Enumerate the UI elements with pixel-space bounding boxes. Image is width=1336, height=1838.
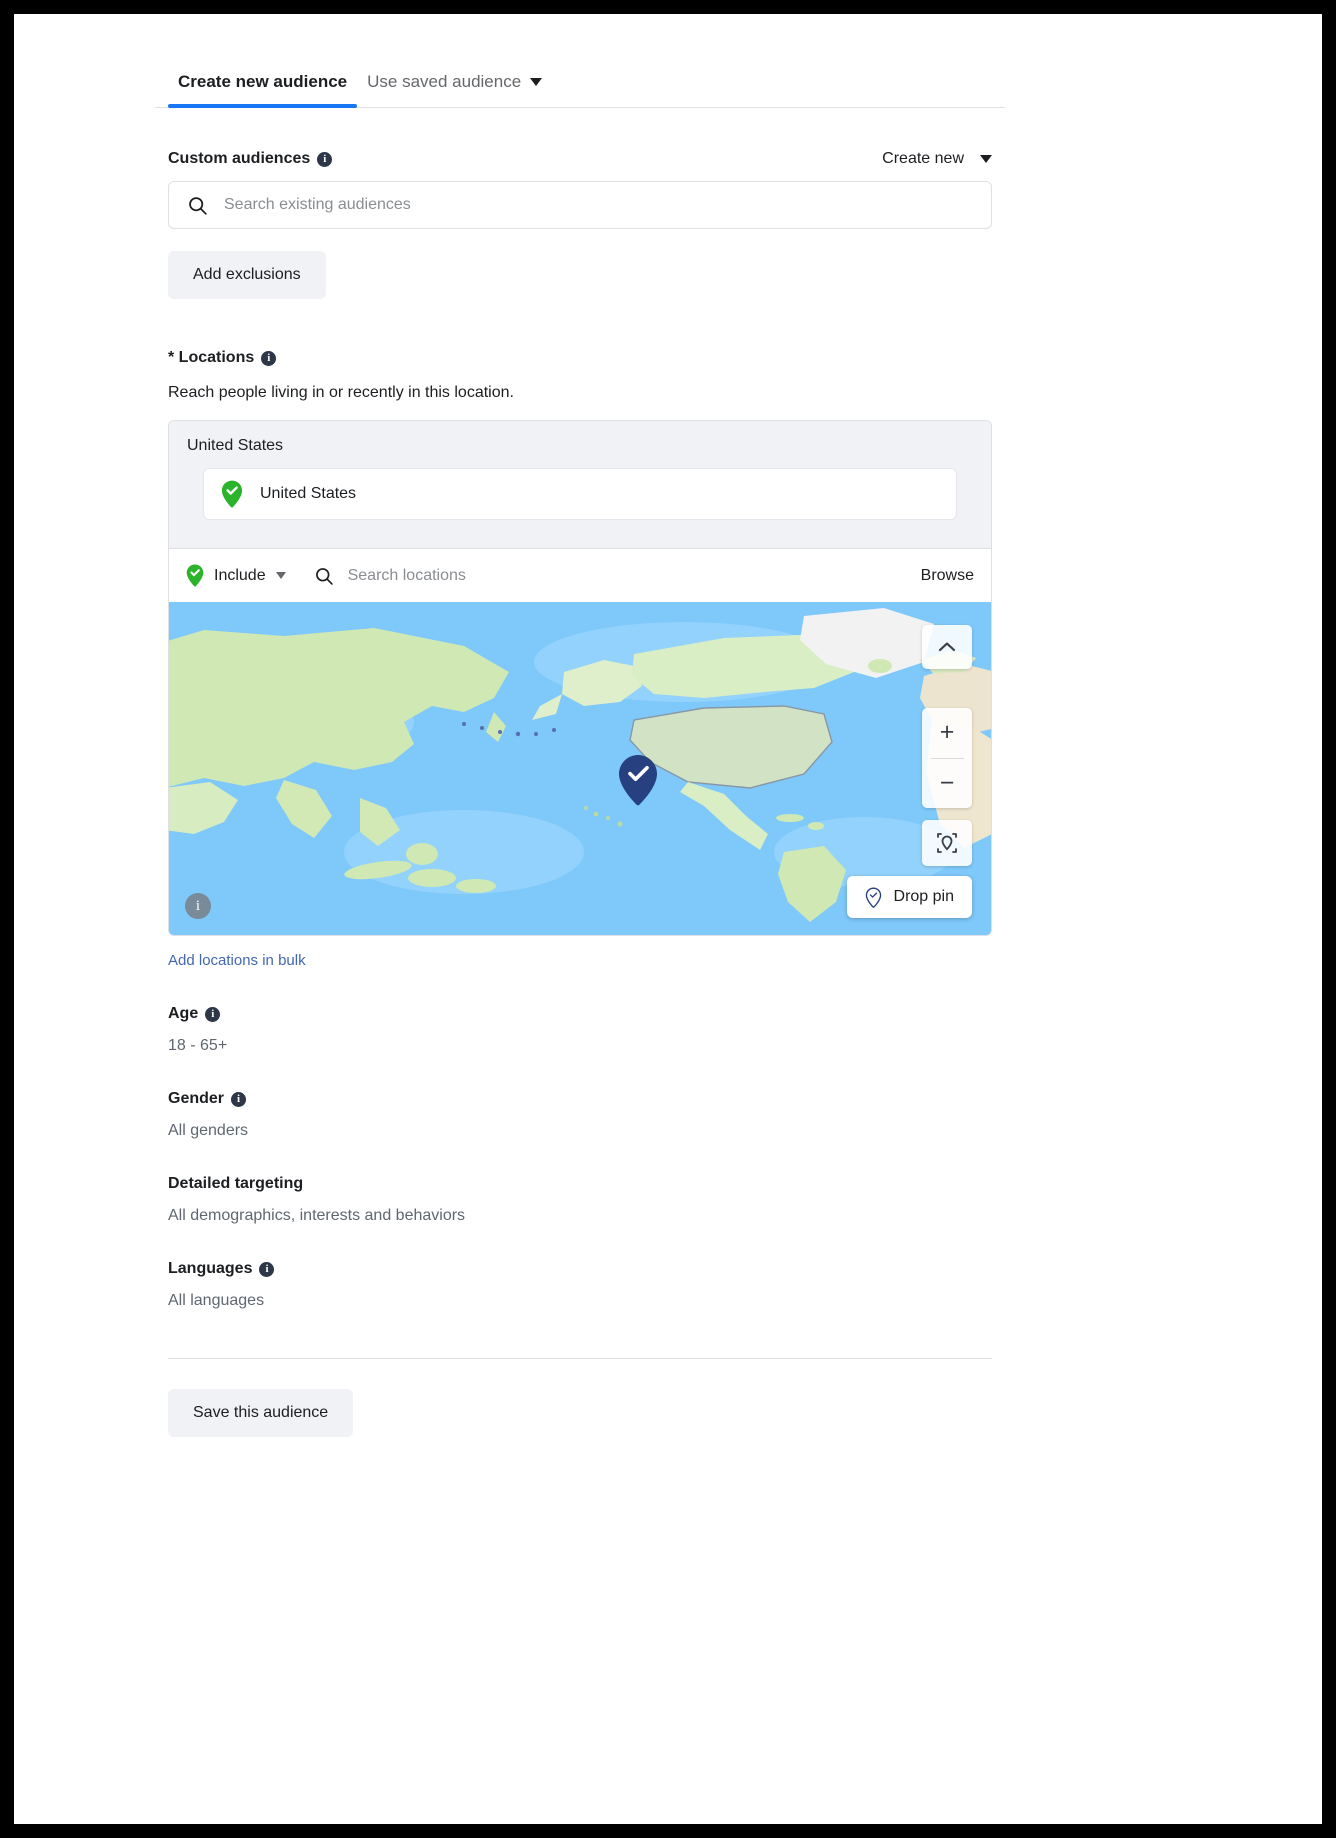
- search-input-placeholder: Search existing audiences: [224, 196, 411, 213]
- audience-tabs: Create new audience Use saved audience: [155, 46, 1005, 108]
- app-screen: Create new audience Use saved audience C…: [14, 14, 1322, 1824]
- map-zoom-in-button[interactable]: +: [922, 708, 972, 758]
- map-zoom-controls: + −: [922, 708, 972, 808]
- pin-outline-icon: [865, 887, 882, 908]
- locations-card: United States United States Include Sear…: [168, 420, 992, 936]
- languages-value: All languages: [168, 1292, 265, 1309]
- add-locations-in-bulk-link[interactable]: Add locations in bulk: [168, 952, 306, 969]
- map-zoom-out-button[interactable]: −: [922, 759, 972, 809]
- locations-label-text: * Locations: [168, 349, 255, 366]
- create-new-label: Create new: [882, 150, 964, 167]
- browse-button[interactable]: Browse: [921, 567, 974, 585]
- gender-label-text: Gender: [168, 1090, 225, 1107]
- locations-group-header: United States United States: [169, 421, 991, 548]
- drop-pin-label: Drop pin: [893, 888, 954, 905]
- chevron-down-icon: [275, 572, 286, 579]
- languages-label: Languages i: [168, 1260, 992, 1278]
- locations-label: * Locations i: [155, 349, 1005, 367]
- custom-audiences-label: Custom audiences i: [168, 150, 333, 168]
- map-collapse-button[interactable]: [922, 625, 972, 669]
- green-pin-check-icon: [186, 564, 204, 587]
- footer-divider: [168, 1358, 992, 1359]
- chevron-up-icon: [938, 642, 956, 652]
- chevron-down-icon: [980, 155, 992, 163]
- audience-search-field[interactable]: Search existing audiences: [168, 181, 992, 229]
- create-new-dropdown[interactable]: Create new: [882, 150, 992, 168]
- green-pin-check-icon: [221, 480, 243, 508]
- location-search-field[interactable]: Search locations: [314, 566, 907, 586]
- tab-label: Create new audience: [178, 72, 348, 91]
- selected-location-row[interactable]: United States: [203, 468, 957, 520]
- locations-toolbar: Include Search locations Browse: [169, 548, 991, 602]
- custom-audiences-label-text: Custom audiences: [168, 150, 311, 167]
- save-this-audience-button[interactable]: Save this audience: [168, 1389, 354, 1437]
- location-map[interactable]: + − Drop pin i: [169, 602, 991, 935]
- map-pin-check-marker[interactable]: [617, 754, 659, 806]
- info-icon[interactable]: i: [317, 151, 333, 167]
- custom-audiences-header: Custom audiences i Create new: [155, 150, 1005, 168]
- chevron-down-icon: [530, 78, 543, 86]
- languages-label-text: Languages: [168, 1260, 253, 1277]
- gender-label: Gender i: [168, 1090, 992, 1108]
- drop-pin-button[interactable]: Drop pin: [846, 876, 972, 918]
- detailed-targeting-label: Detailed targeting: [168, 1175, 992, 1193]
- tab-label: Use saved audience: [367, 72, 522, 91]
- search-icon: [314, 566, 334, 586]
- info-icon[interactable]: i: [205, 1006, 221, 1022]
- location-search-placeholder: Search locations: [347, 566, 466, 584]
- detailed-targeting-value: All demographics, interests and behavior…: [168, 1207, 466, 1224]
- add-exclusions-button[interactable]: Add exclusions: [168, 251, 326, 299]
- age-section: Age i 18 - 65+: [155, 1005, 1005, 1055]
- map-info-button[interactable]: i: [185, 893, 211, 919]
- locate-target-icon: [937, 833, 957, 853]
- age-label-text: Age: [168, 1005, 199, 1022]
- include-mode-dropdown[interactable]: Include: [186, 564, 286, 587]
- info-icon[interactable]: i: [259, 1261, 275, 1277]
- locations-group-title: United States: [187, 437, 284, 454]
- include-mode-label: Include: [214, 566, 266, 584]
- age-value: 18 - 65+: [168, 1037, 228, 1054]
- languages-section: Languages i All languages: [155, 1260, 1005, 1310]
- gender-value: All genders: [168, 1122, 249, 1139]
- audience-panel: Create new audience Use saved audience C…: [155, 46, 1005, 1437]
- search-icon: [187, 195, 208, 216]
- locations-description: Reach people living in or recently in th…: [168, 384, 514, 401]
- info-icon[interactable]: i: [261, 350, 277, 366]
- map-locate-button[interactable]: [922, 820, 972, 866]
- info-icon[interactable]: i: [231, 1091, 247, 1107]
- detailed-targeting-label-text: Detailed targeting: [168, 1175, 304, 1192]
- tab-use-saved-audience[interactable]: Use saved audience: [357, 72, 552, 107]
- tab-create-new-audience[interactable]: Create new audience: [168, 72, 358, 108]
- selected-location-name: United States: [260, 485, 357, 502]
- gender-section: Gender i All genders: [155, 1090, 1005, 1140]
- detailed-targeting-section: Detailed targeting All demographics, int…: [155, 1175, 1005, 1225]
- age-label: Age i: [168, 1005, 992, 1023]
